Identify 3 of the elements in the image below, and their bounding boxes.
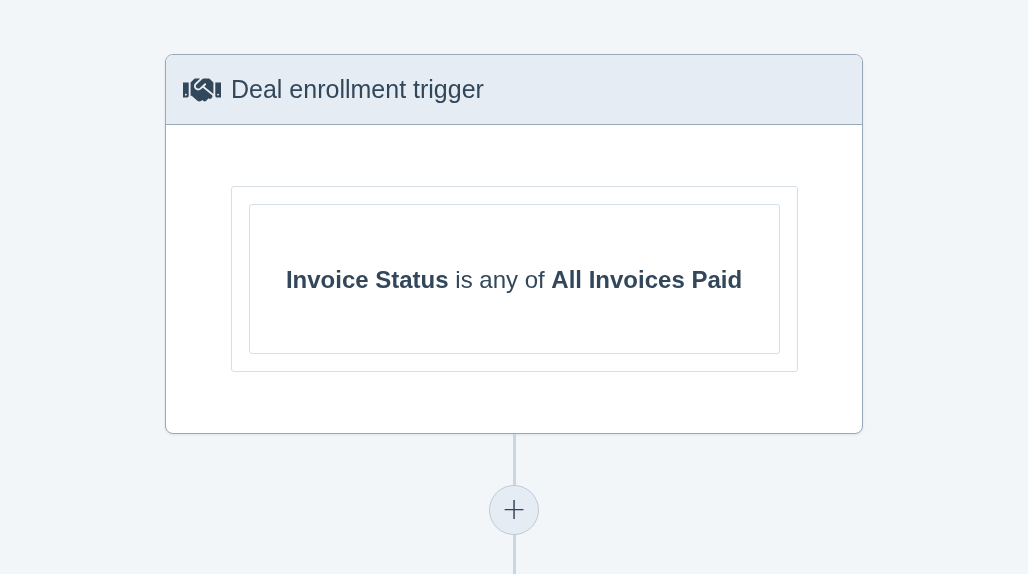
add-action-button[interactable]: + <box>489 484 539 535</box>
card-title: Deal enrollment trigger <box>231 75 484 104</box>
filter-condition: Invoice Status is any of All Invoices Paid <box>285 264 743 295</box>
